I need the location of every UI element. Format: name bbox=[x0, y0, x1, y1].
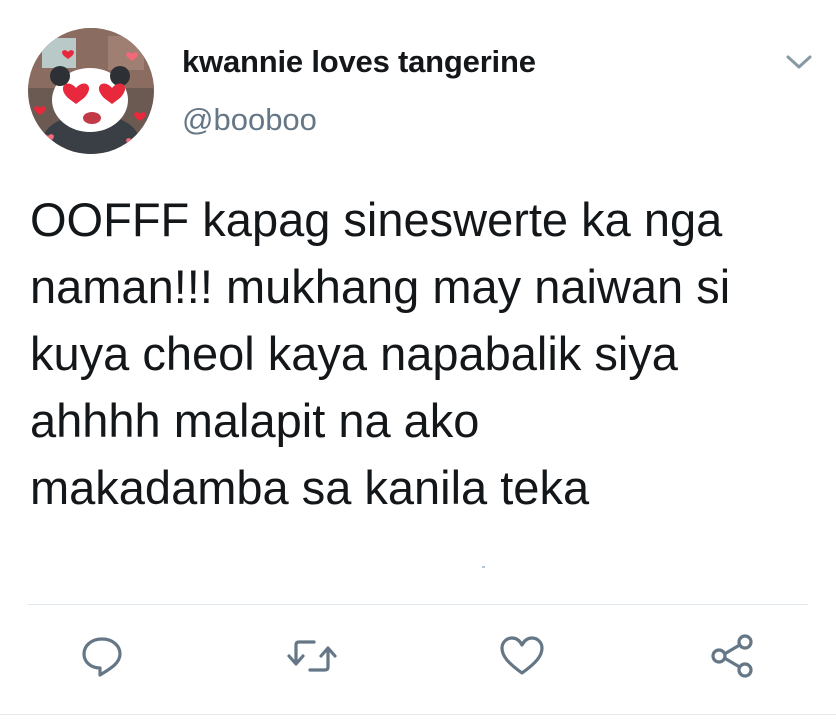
reply-button[interactable] bbox=[76, 630, 128, 682]
display-name[interactable]: kwannie loves tangerine bbox=[182, 44, 536, 80]
retweet-button[interactable] bbox=[286, 630, 338, 682]
tweet-text: OOFFF kapag sineswerte ka nga naman!!! m… bbox=[30, 193, 731, 514]
chevron-down-icon[interactable] bbox=[784, 50, 814, 74]
user-handle[interactable]: @booboo bbox=[182, 102, 317, 138]
bottom-border bbox=[0, 714, 836, 715]
like-icon bbox=[498, 633, 546, 679]
share-button[interactable] bbox=[706, 630, 758, 682]
reply-icon bbox=[79, 633, 125, 679]
divider bbox=[28, 604, 808, 605]
retweet-icon bbox=[286, 633, 338, 679]
media-indicator bbox=[482, 566, 485, 568]
action-bar bbox=[0, 630, 836, 690]
avatar[interactable] bbox=[28, 28, 154, 154]
share-icon bbox=[708, 632, 756, 680]
tweet-card: kwannie loves tangerine @booboo OOFFF ka… bbox=[0, 0, 836, 720]
like-button[interactable] bbox=[496, 630, 548, 682]
